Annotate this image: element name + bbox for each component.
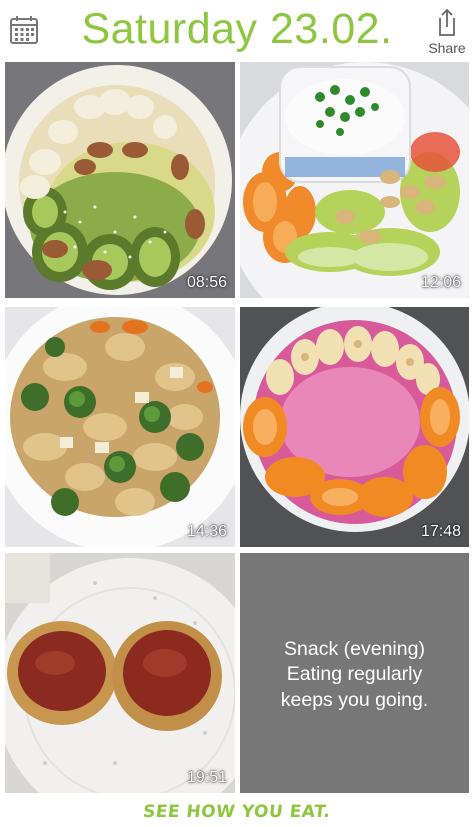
snack-title: Snack (evening) [284,638,425,660]
meal-photo [240,307,469,547]
meal-time: 17:48 [420,523,461,540]
meal-photo-tile[interactable]: 19:51 [5,553,235,793]
meal-photo [5,62,235,298]
meal-photo-tile[interactable]: 14:36 [5,307,235,547]
meal-photo-tile[interactable]: 17:48 [240,307,469,547]
meal-grid: 08:56 12:06 14:36 17:48 19:51 Snack (eve… [0,0,474,827]
meal-photo [5,553,235,793]
meal-photo [240,62,469,298]
meal-photo [5,307,235,547]
snack-info-tile[interactable]: Snack (evening) Eating regularly keeps y… [240,553,469,793]
meal-time: 14:36 [186,523,227,540]
meal-photo-tile[interactable]: 08:56 [5,62,235,298]
snack-tip-line: Eating regularly [286,663,423,686]
footer: SEE HOW YOU EAT. [0,796,474,827]
meal-photo-tile[interactable]: 12:06 [240,62,469,298]
snack-message: Snack (evening) Eating regularly keeps y… [248,637,461,713]
snack-tip-line: keeps you going. [280,688,429,711]
meal-time: 08:56 [186,274,227,291]
slogan: SEE HOW YOU EAT. [142,802,332,822]
meal-time: 12:06 [420,274,461,291]
meal-time: 19:51 [186,769,227,786]
